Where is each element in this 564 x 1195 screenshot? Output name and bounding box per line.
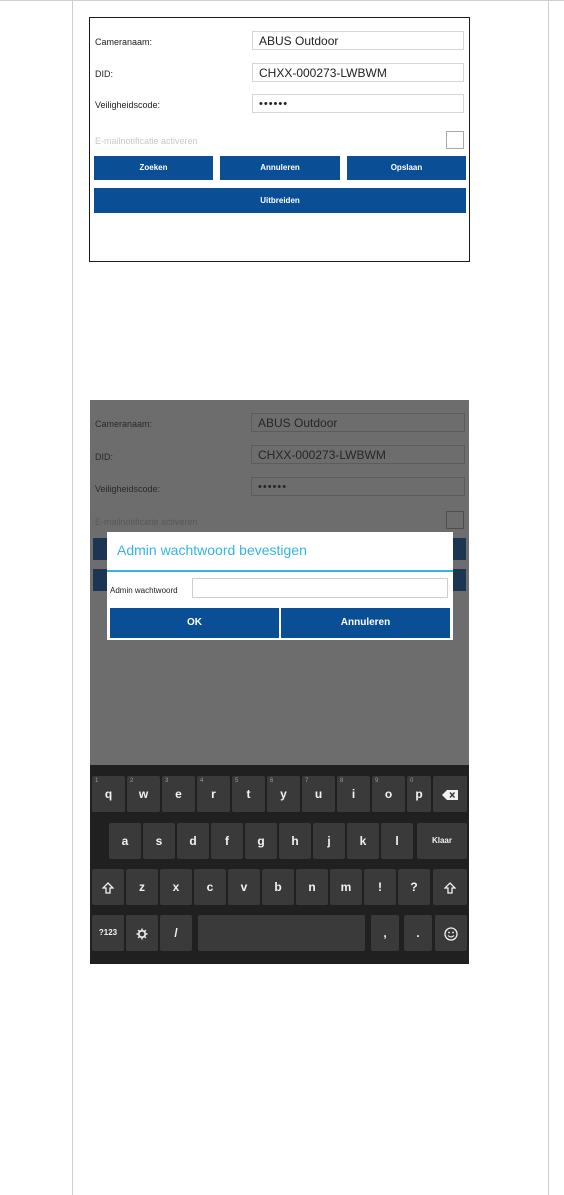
key-v[interactable]: v bbox=[228, 869, 260, 905]
dialog-cancel-button[interactable]: Annuleren bbox=[281, 608, 450, 638]
key-question[interactable]: ? bbox=[398, 869, 430, 905]
slash-key[interactable]: / bbox=[160, 915, 192, 951]
cancel-button[interactable]: Annuleren bbox=[220, 156, 340, 180]
email-notification-label: E-mailnotificatie activeren bbox=[95, 136, 198, 146]
period-key[interactable]: . bbox=[404, 915, 432, 951]
camera-name-field[interactable]: ABUS Outdoor bbox=[252, 31, 464, 50]
key-h[interactable]: h bbox=[279, 823, 311, 859]
ok-button[interactable]: OK bbox=[110, 608, 279, 638]
done-key[interactable]: Klaar bbox=[417, 823, 467, 859]
security-code-field[interactable]: •••••• bbox=[252, 94, 464, 113]
key-n[interactable]: n bbox=[296, 869, 328, 905]
did-label: DID: bbox=[95, 69, 113, 79]
key-a[interactable]: a bbox=[109, 823, 141, 859]
security-code-field: •••••• bbox=[251, 477, 465, 496]
key-o[interactable]: 9o bbox=[372, 776, 405, 812]
key-u[interactable]: 7u bbox=[302, 776, 335, 812]
key-k[interactable]: k bbox=[347, 823, 379, 859]
key-i[interactable]: 8i bbox=[337, 776, 370, 812]
key-d[interactable]: d bbox=[177, 823, 209, 859]
key-x[interactable]: x bbox=[160, 869, 192, 905]
dialog-title-divider bbox=[107, 570, 453, 572]
backspace-icon bbox=[442, 789, 458, 800]
key-q[interactable]: 1q bbox=[92, 776, 125, 812]
key-j[interactable]: j bbox=[313, 823, 345, 859]
did-field[interactable]: CHXX-000273-LWBWM bbox=[252, 63, 464, 82]
key-c[interactable]: c bbox=[194, 869, 226, 905]
emoji-icon bbox=[444, 927, 458, 941]
search-button[interactable]: Zoeken bbox=[94, 156, 213, 180]
camera-name-label: Cameranaam: bbox=[95, 419, 153, 429]
camera-name-field: ABUS Outdoor bbox=[251, 413, 465, 432]
security-code-label: Veiligheidscode: bbox=[95, 100, 161, 110]
key-m[interactable]: m bbox=[330, 869, 362, 905]
key-z[interactable]: z bbox=[126, 869, 158, 905]
email-notification-checkbox bbox=[446, 511, 464, 529]
admin-password-screen: Cameranaam: ABUS Outdoor DID: CHXX-00027… bbox=[90, 400, 469, 964]
key-g[interactable]: g bbox=[245, 823, 277, 859]
did-label: DID: bbox=[95, 452, 113, 462]
key-p[interactable]: 0p bbox=[407, 776, 431, 812]
expand-button[interactable]: Uitbreiden bbox=[94, 188, 466, 213]
key-f[interactable]: f bbox=[211, 823, 243, 859]
dialog-title: Admin wachtwoord bevestigen bbox=[117, 542, 307, 558]
emoji-key[interactable] bbox=[435, 915, 467, 951]
comma-key[interactable]: , bbox=[371, 915, 399, 951]
table-top-border bbox=[0, 0, 564, 1]
security-code-label: Veiligheidscode: bbox=[95, 484, 161, 494]
space-key[interactable] bbox=[198, 915, 365, 951]
table-right-divider bbox=[548, 0, 549, 1195]
email-notification-checkbox[interactable] bbox=[446, 131, 464, 149]
key-exclamation[interactable]: ! bbox=[364, 869, 396, 905]
gear-icon bbox=[136, 928, 148, 940]
key-s[interactable]: s bbox=[143, 823, 175, 859]
did-field: CHXX-000273-LWBWM bbox=[251, 445, 465, 464]
shift-icon bbox=[443, 881, 457, 894]
backspace-key[interactable] bbox=[433, 776, 467, 812]
key-r[interactable]: 4r bbox=[197, 776, 230, 812]
key-e[interactable]: 3e bbox=[162, 776, 195, 812]
key-w[interactable]: 2w bbox=[127, 776, 160, 812]
camera-settings-screen: Cameranaam: ABUS Outdoor DID: CHXX-00027… bbox=[89, 17, 470, 262]
key-t[interactable]: 5t bbox=[232, 776, 265, 812]
admin-password-input[interactable] bbox=[192, 578, 448, 598]
symbols-key[interactable]: ?123 bbox=[92, 915, 124, 951]
shift-key-right[interactable] bbox=[433, 869, 467, 905]
key-l[interactable]: l bbox=[381, 823, 413, 859]
save-button[interactable]: Opslaan bbox=[347, 156, 466, 180]
key-y[interactable]: 6y bbox=[267, 776, 300, 812]
settings-key[interactable] bbox=[126, 915, 158, 951]
shift-key-left[interactable] bbox=[92, 869, 124, 905]
onscreen-keyboard: 1q 2w 3e 4r 5t 6y 7u 8i 9o 0p a s d f g … bbox=[90, 765, 469, 964]
shift-icon bbox=[101, 881, 115, 894]
email-notification-label: E-mailnotificatie activeren bbox=[95, 517, 198, 527]
admin-password-label: Admin wachtwoord bbox=[110, 586, 178, 595]
admin-password-dialog: Admin wachtwoord bevestigen Admin wachtw… bbox=[107, 532, 453, 640]
key-b[interactable]: b bbox=[262, 869, 294, 905]
table-left-divider bbox=[72, 0, 73, 1195]
camera-name-label: Cameranaam: bbox=[95, 37, 153, 47]
